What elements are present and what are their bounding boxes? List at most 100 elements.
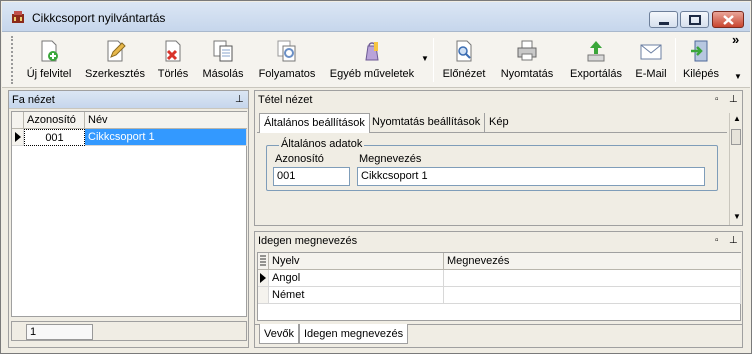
app-icon [12,11,24,23]
toolbar-separator [433,38,434,82]
email-icon [640,44,662,60]
email-label: E-Mail [635,68,667,80]
toolbar-separator [675,38,676,82]
detail-tabs: Általános beállítások Nyomtatás beállítá… [259,113,729,133]
email-button[interactable]: E-Mail [632,36,670,84]
tree-panel-title: Fa nézet [12,94,55,106]
other-actions-icon [365,42,379,61]
tree-status-bar: 1 [11,321,247,341]
tree-panel: Fa nézet ⊥ Azonosító Név 001 Cikkcsoport… [8,90,249,348]
row-indicator[interactable] [258,270,269,287]
continuous-button[interactable]: Folyamatos [255,36,319,84]
edit-icon [107,40,126,62]
detail-panel-header: Tétel nézet ▫ ⊥ [255,91,742,109]
pin-icon[interactable]: ⊥ [729,94,738,105]
print-button[interactable]: Nyomtatás [496,36,558,84]
close-icon [723,15,734,25]
new-record-button[interactable]: Új felvitel [21,36,77,84]
tree-row-id[interactable]: 001 [24,129,85,146]
column-header-id[interactable]: Azonosító [24,112,85,129]
float-icon[interactable]: ▫ [715,235,719,246]
id-label: Azonosító [275,153,324,165]
edit-button[interactable]: Szerkesztés [82,36,148,84]
general-tab-content: Általános adatok Azonosító Megnevezés 00… [257,132,727,224]
id-field[interactable]: 001 [273,167,350,186]
foreign-name-cell[interactable] [444,287,741,304]
pin-icon[interactable]: ⊥ [729,235,738,246]
row-indicator[interactable] [12,129,24,146]
detail-panel-title: Tétel nézet [258,94,313,106]
tab-foreign-names[interactable]: Idegen megnevezés [299,324,409,344]
print-label: Nyomtatás [500,68,554,80]
delete-icon [165,40,181,62]
column-header-foreign-name[interactable]: Megnevezés [444,253,741,270]
toolbar: Új felvitel Szerkesztés Törlés Másolás F… [2,32,750,88]
export-button[interactable]: Exportálás [565,36,627,84]
edit-label: Szerkesztés [85,68,145,80]
delete-button[interactable]: Törlés [153,36,193,84]
window-title: Cikkcsoport nyilvántartás [32,11,166,25]
pin-icon[interactable]: ⊥ [235,94,244,105]
tab-general[interactable]: Általános beállítások [259,113,370,133]
other-actions-label: Egyéb műveletek [329,68,415,80]
export-icon [587,41,605,62]
name-field[interactable]: Cikkcsoport 1 [357,167,705,186]
copy-icon [213,40,233,62]
group-title: Általános adatok [279,138,365,150]
copy-label: Másolás [202,68,244,80]
language-cell[interactable]: Angol [269,270,444,287]
tab-customers[interactable]: Vevők [259,324,299,344]
language-cell[interactable]: Német [269,287,444,304]
foreign-grid: Nyelv Megnevezés Angol Német [257,252,741,321]
export-label: Exportálás [570,68,622,80]
exit-icon [691,40,708,62]
scroll-thumb[interactable] [731,129,741,145]
tab-image[interactable]: Kép [485,113,513,133]
scroll-down-icon[interactable]: ▼ [733,212,741,221]
detail-scrollbar[interactable]: ▲ ▼ [729,113,742,225]
minimize-icon [659,22,669,25]
maximize-icon [689,15,701,25]
close-button[interactable] [712,11,744,28]
bottom-tabs: Vevők Idegen megnevezés [259,324,679,344]
preview-button[interactable]: Előnézet [440,36,488,84]
detail-panel: Tétel nézet ▫ ⊥ Általános beállítások Ny… [254,90,743,226]
preview-label: Előnézet [442,68,486,80]
tree-panel-header: Fa nézet ⊥ [9,91,248,109]
tab-print-settings[interactable]: Nyomtatás beállítások [368,113,486,133]
toolbar-grip[interactable] [11,36,14,84]
title-bar[interactable]: Cikkcsoport nyilvántartás [2,2,750,32]
continuous-label: Folyamatos [258,68,316,80]
new-record-icon [41,40,58,62]
copy-button[interactable]: Másolás [200,36,246,84]
main-window: Cikkcsoport nyilvántartás Új felvitel Sz… [0,0,752,354]
tree-row-name[interactable]: Cikkcsoport 1 [85,129,247,146]
current-row-arrow-icon [15,132,21,142]
toolbar-options-icon[interactable]: ▼ [734,72,742,81]
grid-menu-icon[interactable] [258,253,269,270]
record-count: 1 [26,324,93,340]
foreign-name-cell[interactable] [444,270,741,287]
name-label: Megnevezés [359,153,422,165]
foreign-panel-title: Idegen megnevezés [258,235,358,247]
minimize-button[interactable] [649,11,678,28]
new-record-label: Új felvitel [26,68,72,80]
column-header-name[interactable]: Név [85,112,247,129]
row-indicator[interactable] [258,287,269,304]
foreign-name-panel: Idegen megnevezés ▫ ⊥ Nyelv Megnevezés A… [254,231,743,348]
tree-grid: Azonosító Név 001 Cikkcsoport 1 [11,111,247,317]
exit-label: Kilépés [682,68,720,80]
preview-icon [456,40,472,62]
foreign-panel-header: Idegen megnevezés ▫ ⊥ [255,232,742,250]
toolbar-overflow-icon[interactable]: » [732,32,739,47]
print-icon [517,40,537,61]
scroll-up-icon[interactable]: ▲ [733,114,741,123]
other-actions-button[interactable]: Egyéb műveletek [325,36,419,84]
other-actions-dropdown-icon[interactable]: ▼ [421,54,429,63]
list-icon [260,255,266,266]
row-indicator-header [12,112,24,129]
float-icon[interactable]: ▫ [715,94,719,105]
exit-button[interactable]: Kilépés [682,36,720,84]
maximize-button[interactable] [680,11,709,28]
column-header-language[interactable]: Nyelv [269,253,444,270]
